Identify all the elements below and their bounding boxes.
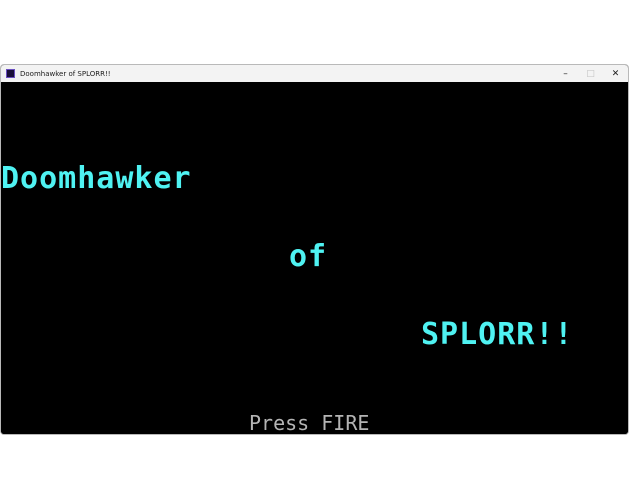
minimize-button[interactable]: – [553, 65, 578, 82]
close-button[interactable]: ✕ [603, 65, 628, 82]
game-canvas[interactable]: Doomhawker of SPLORR!! Press FIRE [1, 82, 628, 434]
title-word-of: of [289, 239, 328, 274]
window-controls: – □ ✕ [553, 65, 628, 82]
press-fire-prompt: Press FIRE [249, 411, 370, 435]
app-icon [6, 69, 15, 78]
app-window: Doomhawker of SPLORR!! – □ ✕ Doomhawker … [0, 64, 629, 435]
title-bar[interactable]: Doomhawker of SPLORR!! – □ ✕ [1, 65, 628, 83]
maximize-button[interactable]: □ [578, 65, 603, 82]
title-word-splorr: SPLORR!! [421, 317, 574, 352]
window-title: Doomhawker of SPLORR!! [20, 69, 111, 78]
title-word-doomhawker: Doomhawker [1, 161, 192, 196]
